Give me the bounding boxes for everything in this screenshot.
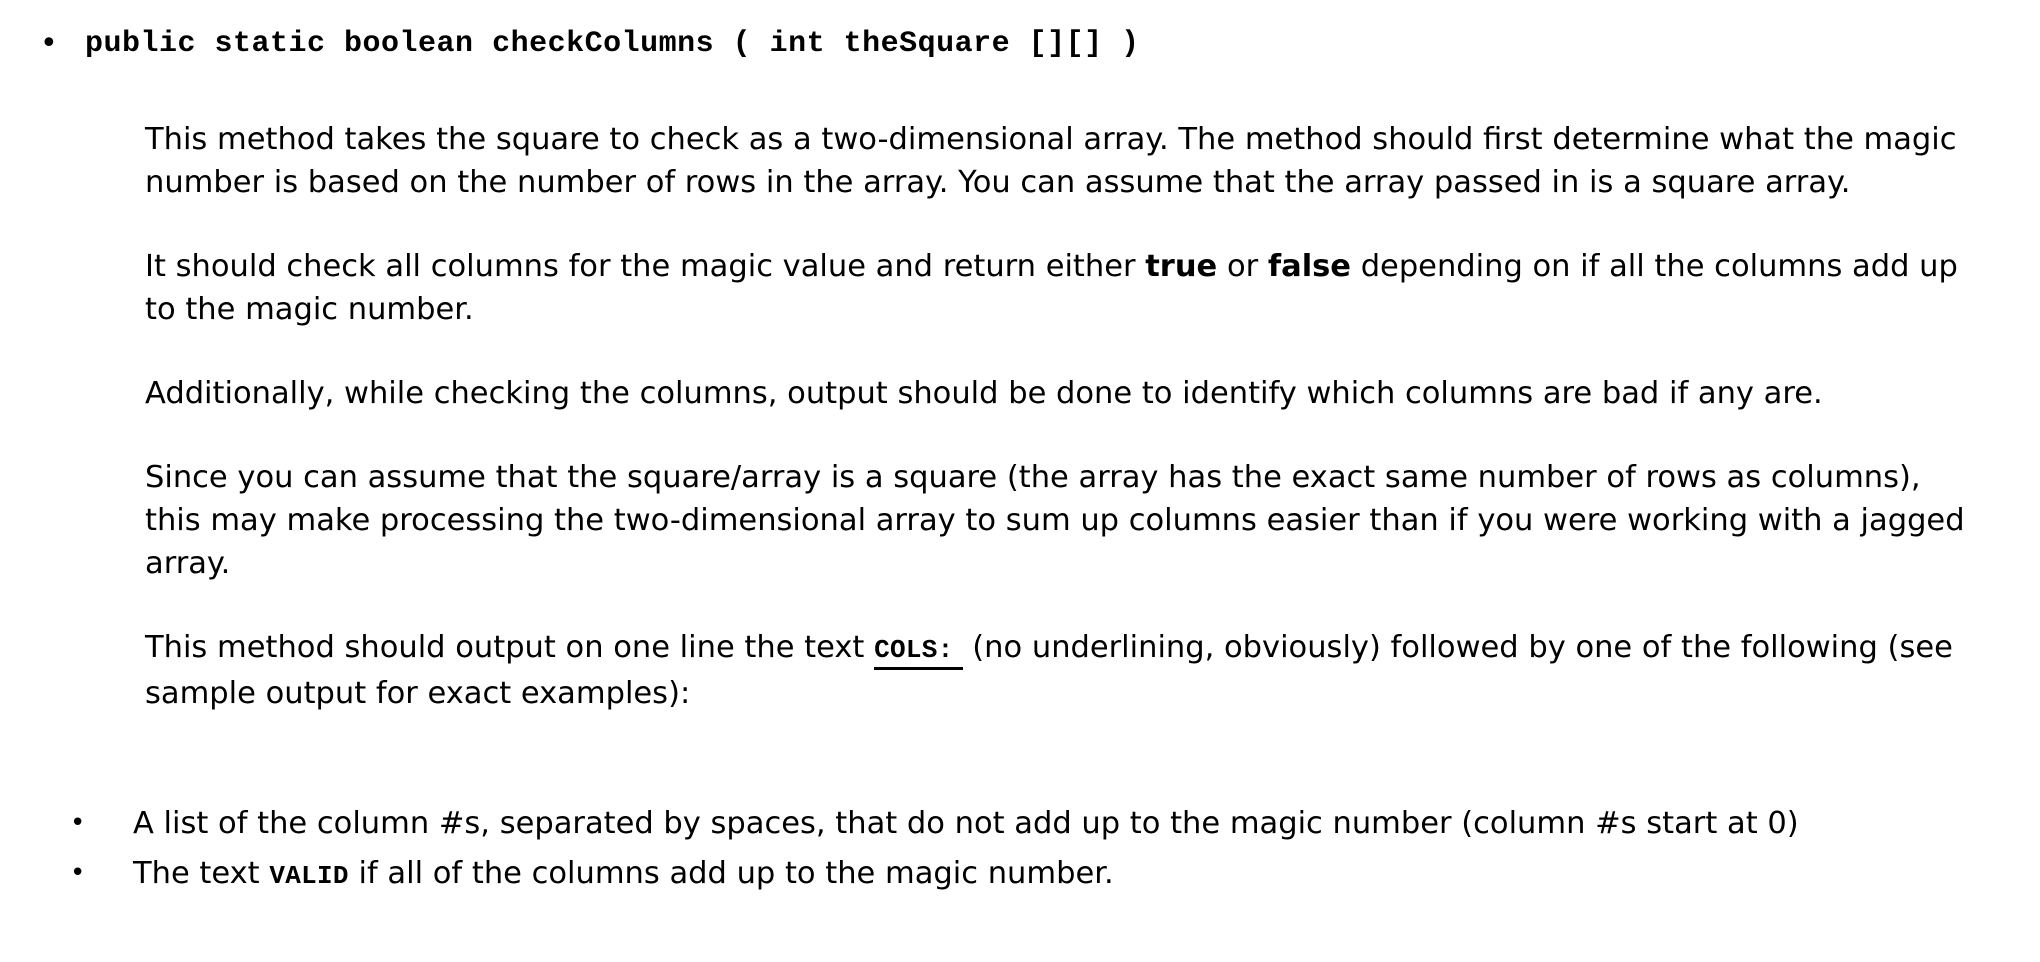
list-item-1-before: A list of the column #s, separated by sp… xyxy=(133,806,1799,841)
document-page: public static boolean checkColumns ( int… xyxy=(0,0,2040,962)
paragraph-output-requirement: Additionally, while checking the columns… xyxy=(145,372,1980,415)
list-item-2-before: The text xyxy=(133,856,270,891)
code-literal-valid: VALID xyxy=(269,861,349,891)
paragraph-output-format: This method should output on one line th… xyxy=(145,626,1980,715)
paragraph-3-text: Additionally, while checking the columns… xyxy=(145,376,1823,411)
list-item-2-after: if all of the columns add up to the magi… xyxy=(348,856,1114,891)
bullet-marker-icon xyxy=(70,850,133,897)
paragraph-method-description: This method takes the square to check as… xyxy=(145,118,1980,204)
paragraph-2-conjunction: or xyxy=(1217,249,1268,284)
paragraph-square-assumption: Since you can assume that the square/arr… xyxy=(145,456,1980,585)
list-item: A list of the column #s, separated by sp… xyxy=(70,800,1850,850)
paragraph-4-text: Since you can assume that the square/arr… xyxy=(145,460,1965,581)
paragraph-return-value: It should check all columns for the magi… xyxy=(145,245,1980,331)
keyword-true: true xyxy=(1145,249,1218,284)
method-signature-row: public static boolean checkColumns ( int… xyxy=(0,22,1140,66)
paragraph-2-lead: It should check all columns for the magi… xyxy=(145,249,1146,284)
description-body: This method takes the square to check as… xyxy=(145,118,1980,756)
list-item-text: A list of the column #s, separated by sp… xyxy=(133,800,1850,850)
keyword-false: false xyxy=(1267,249,1351,284)
output-options-list: A list of the column #s, separated by sp… xyxy=(70,800,1850,900)
list-item-text: The text VALID if all of the columns add… xyxy=(133,850,1850,900)
bullet-marker-icon xyxy=(70,800,133,847)
paragraph-5-lead: This method should output on one line th… xyxy=(145,630,875,665)
list-item: The text VALID if all of the columns add… xyxy=(70,850,1850,900)
paragraph-1-text: This method takes the square to check as… xyxy=(145,122,1957,200)
method-signature-text: public static boolean checkColumns ( int… xyxy=(85,27,1140,61)
bullet-marker-icon xyxy=(0,22,85,66)
code-literal-cols: COLS: xyxy=(874,635,963,670)
